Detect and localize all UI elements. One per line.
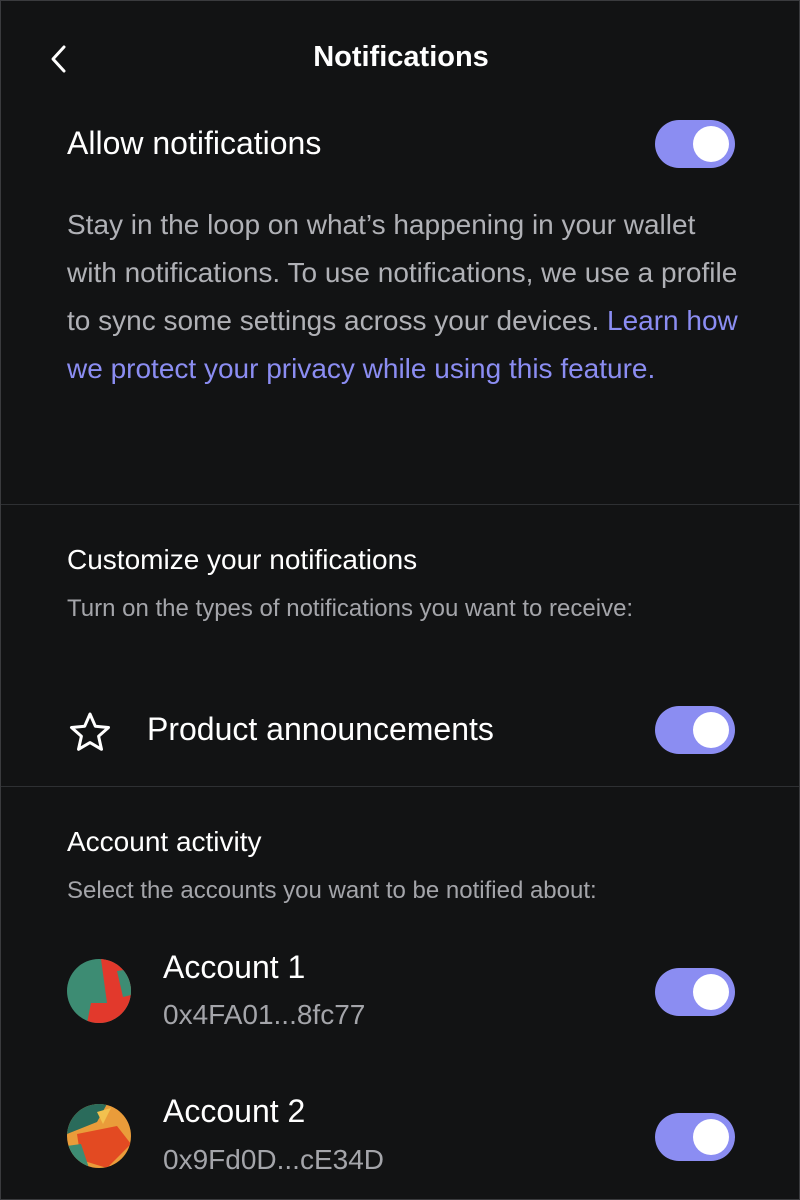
account-1-address: 0x4FA01...8fc77 [163, 999, 366, 1030]
account-2-address: 0x9Fd0D...cE34D [163, 1144, 384, 1175]
product-announcements-toggle[interactable] [655, 706, 735, 754]
product-announcements-label: Product announcements [147, 711, 494, 747]
allow-notifications-description: Stay in the loop on what’s happening in … [67, 201, 747, 393]
account-activity-subtitle: Select the accounts you want to be notif… [67, 877, 597, 904]
star-icon [70, 712, 110, 751]
page-title: Notifications [313, 41, 489, 73]
toggle-knob [693, 712, 729, 748]
divider [1, 786, 799, 787]
allow-notifications-label: Allow notifications [67, 125, 322, 161]
toggle-knob [693, 126, 729, 162]
account-2-name: Account 2 [163, 1093, 306, 1129]
divider [1, 504, 799, 505]
customize-title: Customize your notifications [67, 544, 418, 575]
toggle-knob [693, 1119, 729, 1155]
header: Notifications [1, 1, 799, 117]
allow-notifications-toggle[interactable] [655, 120, 735, 168]
account-2-avatar [67, 1104, 131, 1168]
account-1-name: Account 1 [163, 949, 306, 985]
account-activity-title: Account activity [67, 826, 262, 857]
customize-subtitle: Turn on the types of notifications you w… [67, 595, 634, 622]
avatar-graphic [67, 959, 131, 1023]
toggle-knob [693, 974, 729, 1010]
account-1-toggle[interactable] [655, 968, 735, 1016]
account-2-toggle[interactable] [655, 1113, 735, 1161]
avatar-graphic [67, 1104, 131, 1168]
account-1-avatar [67, 959, 131, 1023]
notifications-screen: Notifications Allow notifications Stay i… [0, 0, 800, 1200]
